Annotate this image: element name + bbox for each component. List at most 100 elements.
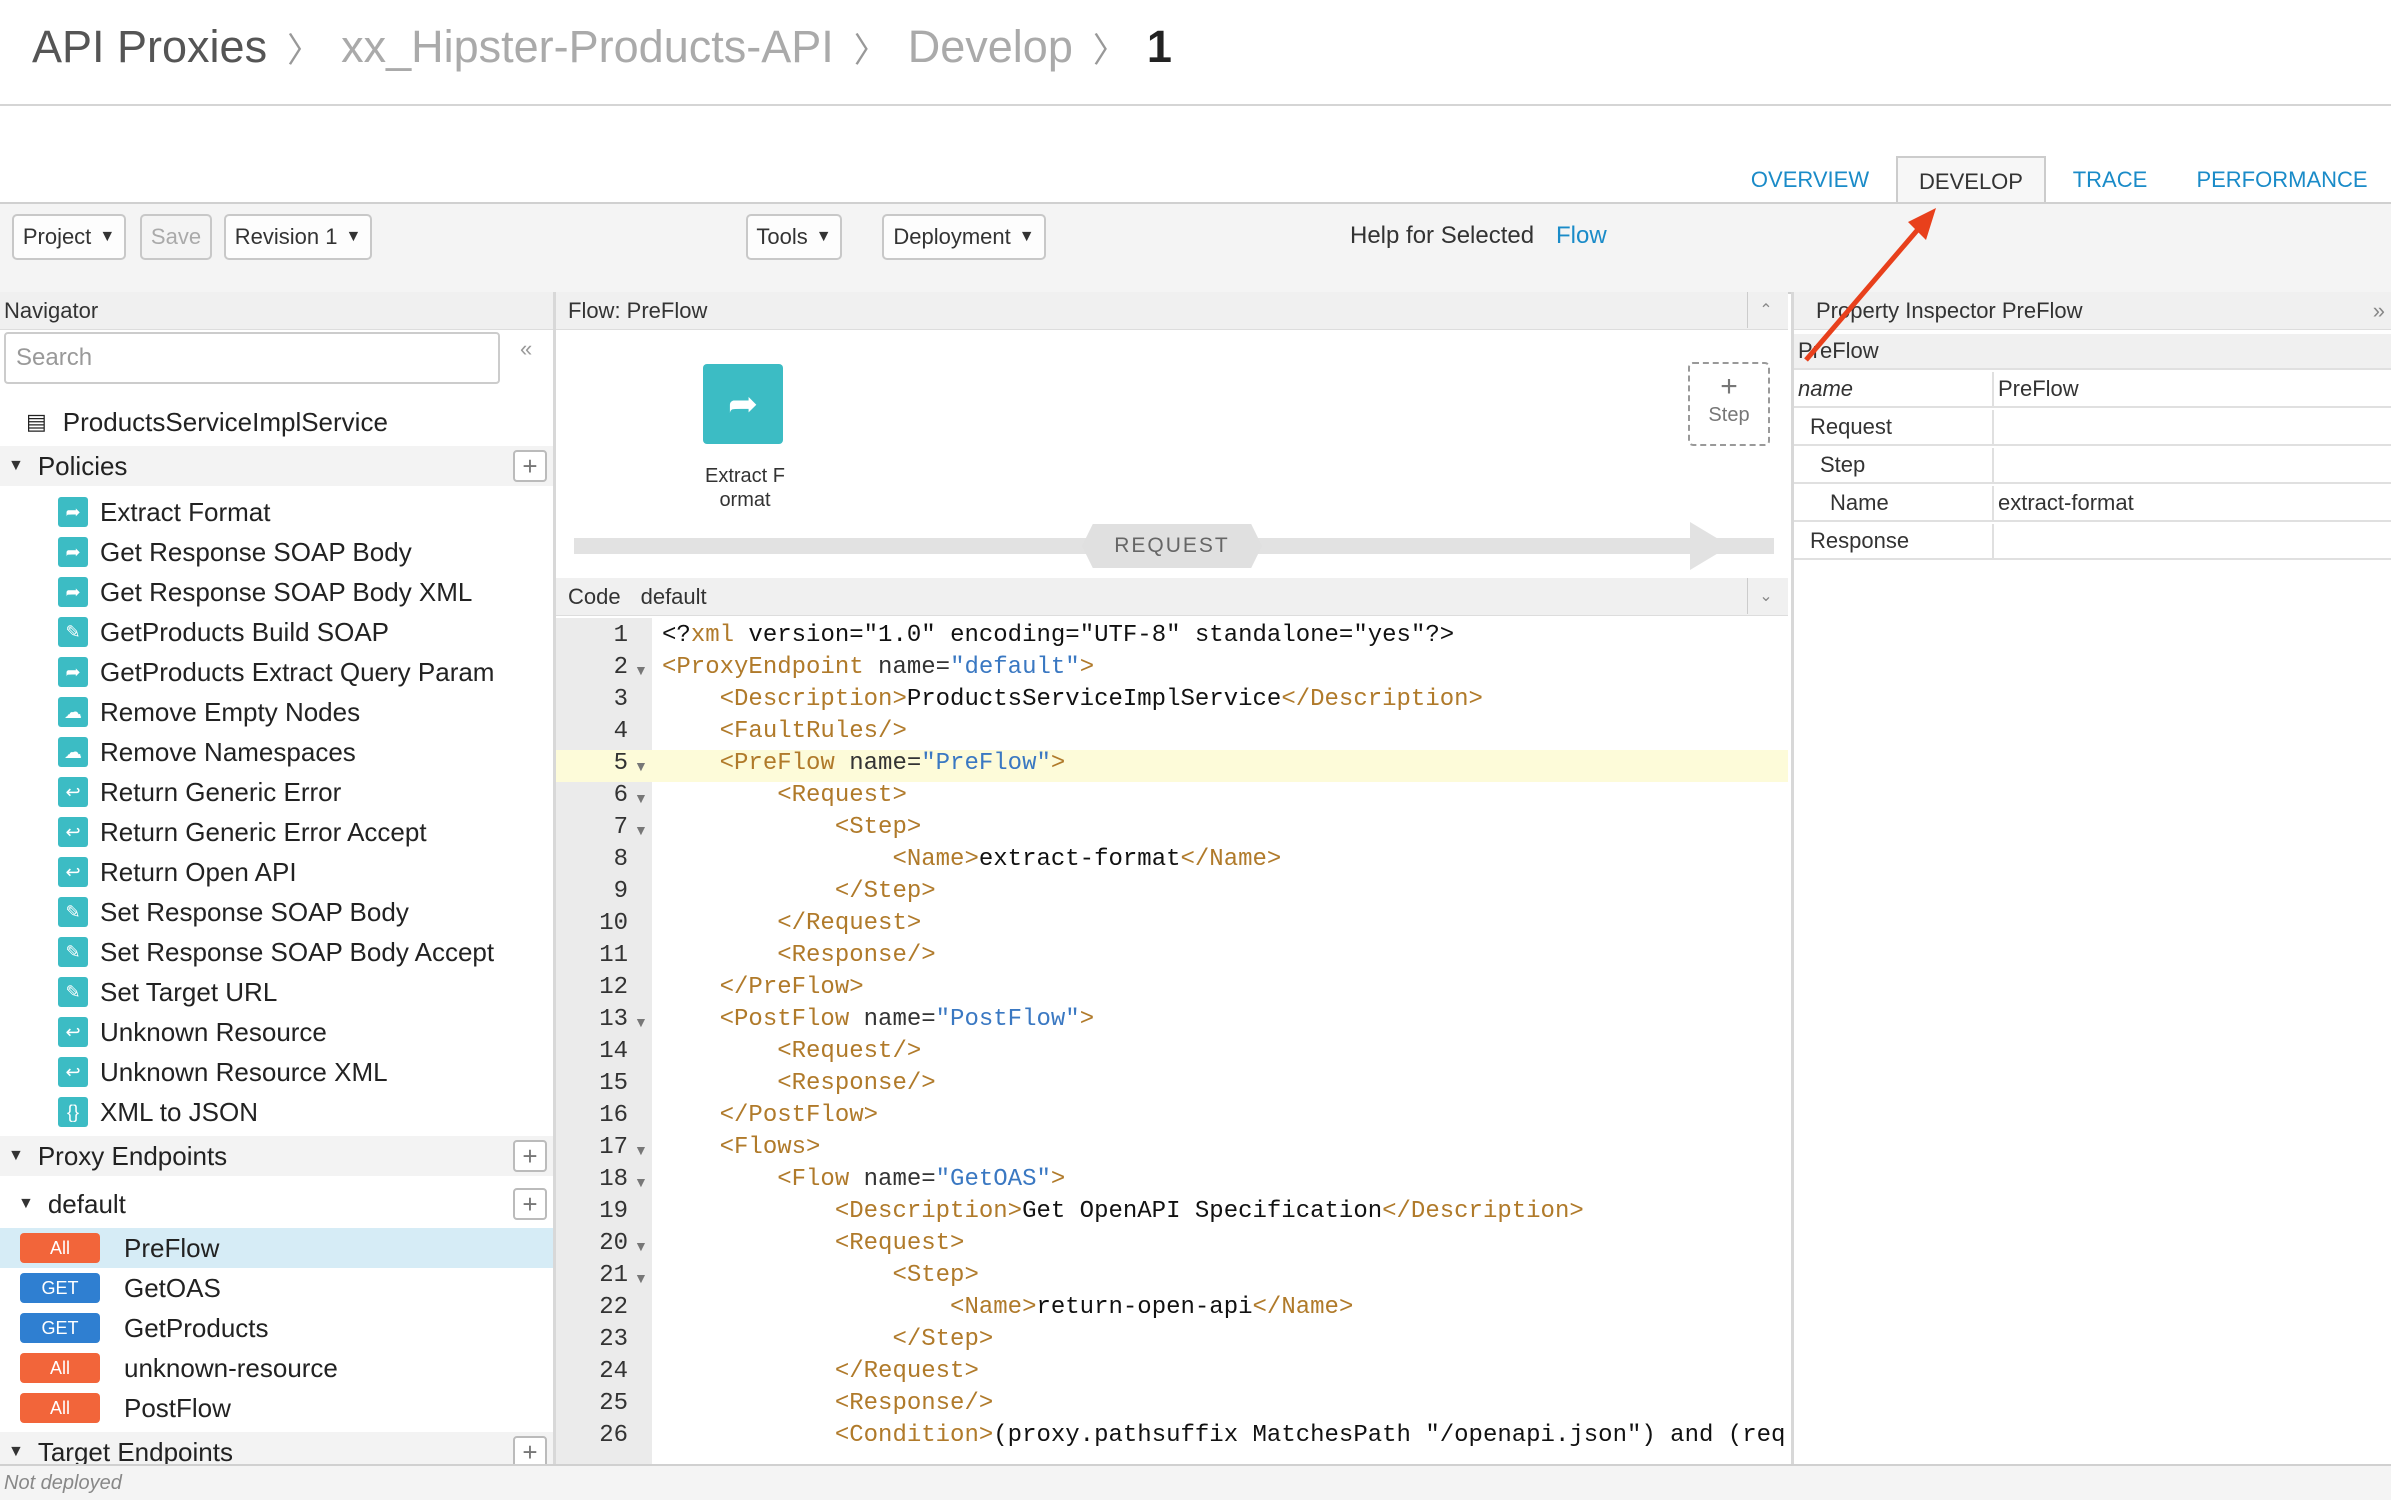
code-line: <Flow name="GetOAS"> <box>777 1166 1066 1193</box>
deployment-dropdown[interactable]: Deployment ▼ <box>882 214 1046 260</box>
fold-arrow-icon[interactable]: ▼ <box>634 1014 648 1030</box>
tab-trace[interactable]: TRACE <box>2060 158 2160 202</box>
policy-label: GetProducts Build SOAP <box>100 616 390 647</box>
tab-overview[interactable]: OVERVIEW <box>1740 158 1880 202</box>
fold-arrow-icon[interactable]: ▼ <box>634 822 648 838</box>
flow-panel-title: Flow: PreFlow <box>568 297 708 323</box>
breadcrumb-develop[interactable]: Develop <box>908 21 1073 73</box>
inspector-key: Request <box>1794 410 1994 444</box>
code-line: </Request> <box>834 1358 979 1385</box>
tab-performance[interactable]: PERFORMANCE <box>2192 158 2372 202</box>
annotation-arrow-icon <box>1804 208 1936 362</box>
collapse-left-icon[interactable]: « <box>520 336 532 362</box>
method-badge: All <box>20 1393 100 1423</box>
fold-arrow-icon[interactable]: ▼ <box>634 1238 648 1254</box>
policy-item[interactable]: ↩ Return Open API <box>0 852 553 892</box>
fold-arrow-icon[interactable]: ▼ <box>634 1174 648 1190</box>
breadcrumb-proxy-name[interactable]: xx_Hipster-Products-API <box>341 21 834 73</box>
flow-item[interactable]: GET GetProducts <box>0 1308 553 1348</box>
flow-label: GetProducts <box>124 1312 269 1343</box>
policy-item[interactable]: ↩ Unknown Resource XML <box>0 1052 553 1092</box>
policy-item[interactable]: ➦ GetProducts Extract Query Param <box>0 652 553 692</box>
code-panel-header: Code default ⌄ <box>556 578 1788 616</box>
flow-item[interactable]: All PostFlow <box>0 1388 553 1428</box>
fold-arrow-icon[interactable]: ▼ <box>634 662 648 678</box>
fold-arrow-icon[interactable]: ▼ <box>634 1270 648 1286</box>
flow-item[interactable]: All PreFlow <box>0 1228 553 1268</box>
code-line: </PostFlow> <box>719 1102 879 1129</box>
policy-icon: ➦ <box>58 537 88 567</box>
line-number: 21 <box>599 1262 628 1289</box>
service-item[interactable]: ▤ ProductsServiceImplService <box>0 402 553 442</box>
tools-dropdown[interactable]: Tools ▼ <box>746 214 842 260</box>
policy-icon: ✎ <box>58 617 88 647</box>
fold-arrow-icon[interactable]: ▼ <box>634 1142 648 1158</box>
inspector-row[interactable]: Step <box>1794 448 2391 484</box>
add-policy-button[interactable]: + <box>513 450 547 482</box>
code-line: </Request> <box>777 910 922 937</box>
tab-develop[interactable]: DEVELOP <box>1896 156 2046 206</box>
policy-item[interactable]: ➦ Extract Format <box>0 492 553 532</box>
proxy-endpoints-section[interactable]: ▼ Proxy Endpoints + <box>0 1136 553 1176</box>
policy-item[interactable]: ☁ Remove Namespaces <box>0 732 553 772</box>
add-proxy-endpoint-button[interactable]: + <box>513 1140 547 1172</box>
chevron-right-icon: 〉 <box>853 31 888 70</box>
flow-label: PostFlow <box>124 1392 231 1423</box>
policy-icon: ✎ <box>58 977 88 1007</box>
line-number: 22 <box>599 1294 628 1321</box>
fold-arrow-icon[interactable]: ▼ <box>634 790 648 806</box>
service-label: ProductsServiceImplService <box>62 406 388 437</box>
policy-item[interactable]: ✎ Set Target URL <box>0 972 553 1012</box>
flow-label: unknown-resource <box>124 1352 338 1383</box>
extract-format-policy-tile[interactable]: ➦ <box>703 364 783 444</box>
policy-item[interactable]: ➦ Get Response SOAP Body XML <box>0 572 553 612</box>
policy-item[interactable]: ↩ Return Generic Error Accept <box>0 812 553 852</box>
policy-item[interactable]: ✎ Set Response SOAP Body Accept <box>0 932 553 972</box>
policy-item[interactable]: ↩ Unknown Resource <box>0 1012 553 1052</box>
flow-label: GetOAS <box>124 1272 221 1303</box>
caret-down-icon: ▼ <box>99 228 116 245</box>
inspector-row[interactable]: Request <box>1794 410 2391 446</box>
code-line: </Step> <box>892 1326 994 1353</box>
inspector-row[interactable]: Response <box>1794 524 2391 560</box>
code-line: <Name>extract-format</Name> <box>892 846 1282 873</box>
policy-icon: ✎ <box>58 937 88 967</box>
policy-item[interactable]: ➦ Get Response SOAP Body <box>0 532 553 572</box>
breadcrumb-api-proxies[interactable]: API Proxies <box>32 21 267 73</box>
chevron-right-icon: 〉 <box>287 31 322 70</box>
header-divider <box>0 104 2391 106</box>
inspector-value[interactable]: PreFlow <box>1994 376 2079 402</box>
collapse-up-icon[interactable]: ⌃ <box>1747 292 1784 328</box>
flow-item[interactable]: All unknown-resource <box>0 1348 553 1388</box>
policies-section[interactable]: ▼ Policies + <box>0 446 553 486</box>
add-flow-button[interactable]: + <box>513 1188 547 1220</box>
add-step-button[interactable]: + Step <box>1688 362 1770 446</box>
inspector-value[interactable]: extract-format <box>1994 490 2134 516</box>
caret-down-icon: ▼ <box>345 228 362 245</box>
policy-item[interactable]: ✎ GetProducts Build SOAP <box>0 612 553 652</box>
project-dropdown[interactable]: Project ▼ <box>12 214 126 260</box>
inspector-row[interactable]: Name extract-format <box>1794 486 2391 522</box>
triangle-down-icon: ▼ <box>8 457 24 474</box>
code-line: <ProxyEndpoint name="default"> <box>662 654 1095 681</box>
collapse-right-icon[interactable]: » <box>2373 298 2385 324</box>
collapse-down-icon[interactable]: ⌄ <box>1747 578 1784 614</box>
policy-icon: ✎ <box>58 897 88 927</box>
flow-item[interactable]: GET GetOAS <box>0 1268 553 1308</box>
caret-down-icon: ▼ <box>815 228 832 245</box>
help-flow-link[interactable]: Flow <box>1556 222 1607 250</box>
policy-item[interactable]: ↩ Return Generic Error <box>0 772 553 812</box>
document-icon: ▤ <box>26 409 47 434</box>
policy-item[interactable]: ✎ Set Response SOAP Body <box>0 892 553 932</box>
fold-arrow-icon[interactable]: ▼ <box>634 758 648 774</box>
save-button[interactable]: Save <box>140 214 212 260</box>
revision-dropdown[interactable]: Revision 1 ▼ <box>224 214 372 260</box>
endpoint-default[interactable]: ▼ default + <box>0 1184 553 1224</box>
policy-item[interactable]: {} XML to JSON <box>0 1092 553 1132</box>
navigator-search-input[interactable]: Search <box>4 332 500 384</box>
flow-panel-header: Flow: PreFlow ⌃ <box>556 292 1788 330</box>
step-label: Step <box>1708 404 1750 426</box>
policy-label: Unknown Resource <box>100 1016 327 1047</box>
policy-item[interactable]: ☁ Remove Empty Nodes <box>0 692 553 732</box>
line-number: 14 <box>599 1038 628 1065</box>
